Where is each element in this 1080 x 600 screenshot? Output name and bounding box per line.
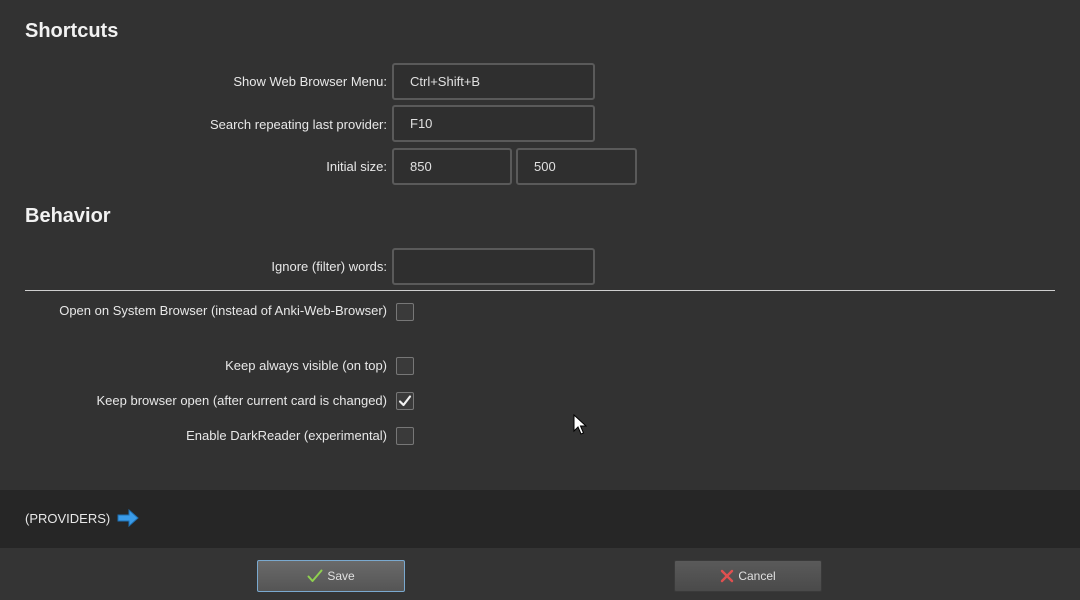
ignore-words-input[interactable]: [392, 248, 595, 285]
section-divider: [25, 290, 1055, 291]
providers-link[interactable]: (PROVIDERS): [25, 511, 110, 526]
close-icon: [721, 569, 734, 583]
providers-bar[interactable]: (PROVIDERS): [0, 490, 1080, 548]
initial-size-label: Initial size:: [326, 159, 387, 174]
ignore-words-label: Ignore (filter) words:: [271, 259, 387, 274]
search-repeat-label: Search repeating last provider:: [209, 117, 387, 132]
enable-darkreader-label: Enable DarkReader (experimental): [186, 428, 387, 443]
checkmark-icon: [307, 569, 323, 582]
cancel-button-label: Cancel: [738, 569, 776, 583]
show-menu-label: Show Web Browser Menu:: [233, 74, 387, 89]
behavior-section-title: Behavior: [25, 205, 111, 227]
open-system-browser-label: Open on System Browser (instead of Anki-…: [59, 303, 387, 318]
show-menu-shortcut-input[interactable]: [392, 63, 595, 100]
open-system-browser-checkbox[interactable]: [396, 303, 414, 321]
checkmark-icon: [398, 395, 412, 407]
cancel-button[interactable]: Cancel: [674, 560, 822, 592]
initial-height-input[interactable]: [516, 148, 637, 185]
keep-visible-label: Keep always visible (on top): [225, 358, 387, 373]
dialog-footer: Save Cancel: [0, 548, 1080, 600]
keep-browser-open-checkbox[interactable]: [396, 392, 414, 410]
search-repeat-shortcut-input[interactable]: [392, 105, 595, 142]
shortcuts-section-title: Shortcuts: [25, 20, 119, 42]
save-button[interactable]: Save: [257, 560, 405, 592]
keep-browser-open-label: Keep browser open (after current card is…: [96, 393, 388, 408]
save-button-label: Save: [327, 569, 355, 583]
mouse-cursor-icon: [573, 414, 587, 435]
enable-darkreader-checkbox[interactable]: [396, 427, 414, 445]
keep-visible-checkbox[interactable]: [396, 357, 414, 375]
arrow-right-icon[interactable]: [117, 508, 139, 528]
initial-width-input[interactable]: [392, 148, 512, 185]
